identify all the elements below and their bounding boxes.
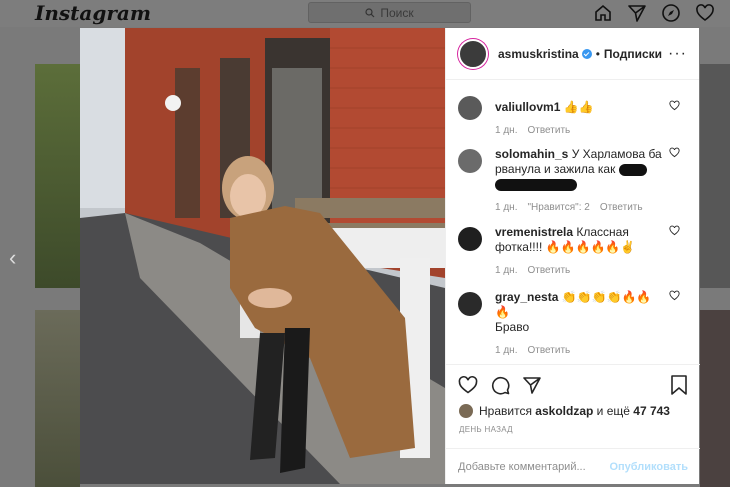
- liker-avatar[interactable]: [459, 404, 473, 418]
- author-avatar[interactable]: [458, 38, 488, 69]
- previous-post-arrow[interactable]: ‹: [9, 245, 16, 271]
- explore-icon[interactable]: [661, 3, 681, 23]
- censor-mark: [495, 178, 577, 191]
- censor-mark: [618, 163, 647, 176]
- comment-icon[interactable]: [490, 375, 510, 395]
- comment-item: vremenistrela Классная фотка!!!! 🔥🔥🔥🔥🔥✌ …: [446, 221, 700, 286]
- feed-thumbnail[interactable]: [700, 310, 730, 487]
- separator-dot: •: [595, 46, 600, 61]
- top-navbar: Instagram Поиск: [0, 0, 730, 27]
- feed-thumbnail[interactable]: [700, 64, 730, 288]
- reply-button[interactable]: Ответить: [527, 343, 570, 358]
- share-icon[interactable]: [522, 375, 542, 395]
- feed-thumbnail[interactable]: [35, 310, 80, 487]
- commenter-avatar[interactable]: [458, 227, 482, 251]
- activity-icon[interactable]: [695, 3, 715, 23]
- liker-username[interactable]: askoldzap: [535, 404, 593, 418]
- publish-button[interactable]: Опубликовать: [609, 461, 688, 473]
- comment-time[interactable]: 1 дн.: [495, 263, 517, 278]
- home-icon[interactable]: [593, 3, 613, 23]
- commenter-avatar[interactable]: [458, 96, 482, 120]
- feed-thumbnail[interactable]: [35, 64, 80, 288]
- author-username[interactable]: asmuskristina: [498, 47, 579, 61]
- commenter-avatar[interactable]: [458, 292, 482, 316]
- comment-username[interactable]: gray_nesta: [495, 290, 558, 304]
- likes-prefix: Нравится: [479, 404, 532, 418]
- comment-username[interactable]: vremenistrela: [495, 225, 573, 239]
- comment-likes-count[interactable]: "Нравится": 2: [527, 200, 589, 215]
- comment-item: gray_nesta 👏👏👏👏🔥🔥🔥 Браво 1 дн. Ответить: [446, 286, 700, 356]
- reply-button[interactable]: Ответить: [600, 200, 643, 215]
- like-comment-heart-icon[interactable]: [669, 290, 680, 301]
- comment-time[interactable]: 1 дн.: [495, 123, 517, 138]
- comments-list: valiullovm1 👍👍 1 дн. Ответить solomahin_s…: [446, 90, 700, 356]
- search-icon: [365, 7, 375, 17]
- likes-suffix: и ещё: [596, 404, 630, 418]
- comment-username[interactable]: valiullovm1: [495, 100, 560, 114]
- comment-text-part1: У Харламова ба: [571, 147, 662, 161]
- add-comment-input[interactable]: Добавьте комментарий...: [458, 461, 586, 473]
- post-modal: asmuskristina • Подписки ··· valiullovm1…: [80, 28, 700, 484]
- search-input[interactable]: Поиск: [308, 2, 471, 23]
- instagram-logo[interactable]: Instagram: [35, 1, 151, 25]
- post-date[interactable]: ДЕНЬ НАЗАД: [459, 425, 513, 434]
- save-bookmark-icon[interactable]: [670, 375, 688, 395]
- post-image-illustration: [80, 28, 445, 484]
- add-comment-bar: Добавьте комментарий... Опубликовать: [446, 448, 700, 484]
- comment-text-part2: рванула и зажила как: [495, 162, 616, 176]
- commenter-avatar[interactable]: [458, 149, 482, 173]
- comment-item: valiullovm1 👍👍 1 дн. Ответить: [446, 90, 700, 143]
- comment-time[interactable]: 1 дн.: [495, 343, 517, 358]
- reply-button[interactable]: Ответить: [527, 123, 570, 138]
- post-header: asmuskristina • Подписки ···: [446, 28, 699, 80]
- like-comment-heart-icon[interactable]: [669, 100, 680, 111]
- following-button[interactable]: Подписки: [604, 47, 662, 61]
- reply-button[interactable]: Ответить: [527, 263, 570, 278]
- comment-text-line2: Браво: [495, 320, 530, 334]
- comment-time[interactable]: 1 дн.: [495, 200, 517, 215]
- search-placeholder: Поиск: [380, 5, 414, 20]
- likes-summary: Нравится askoldzap и ещё 47 743: [459, 404, 670, 418]
- post-photo[interactable]: [80, 28, 445, 484]
- like-comment-heart-icon[interactable]: [669, 147, 680, 158]
- like-comment-heart-icon[interactable]: [669, 225, 680, 236]
- comment-username[interactable]: solomahin_s: [495, 147, 568, 161]
- more-options-icon[interactable]: ···: [668, 45, 687, 63]
- comment-item: solomahin_s У Харламова ба рванула и заж…: [446, 143, 700, 221]
- verified-badge-icon: [581, 48, 592, 59]
- comment-text: 👍👍: [563, 100, 594, 114]
- likes-count[interactable]: 47 743: [633, 404, 670, 418]
- direct-icon[interactable]: [627, 3, 647, 23]
- like-heart-icon[interactable]: [458, 375, 478, 395]
- post-sidebar: asmuskristina • Подписки ··· valiullovm1…: [445, 28, 700, 484]
